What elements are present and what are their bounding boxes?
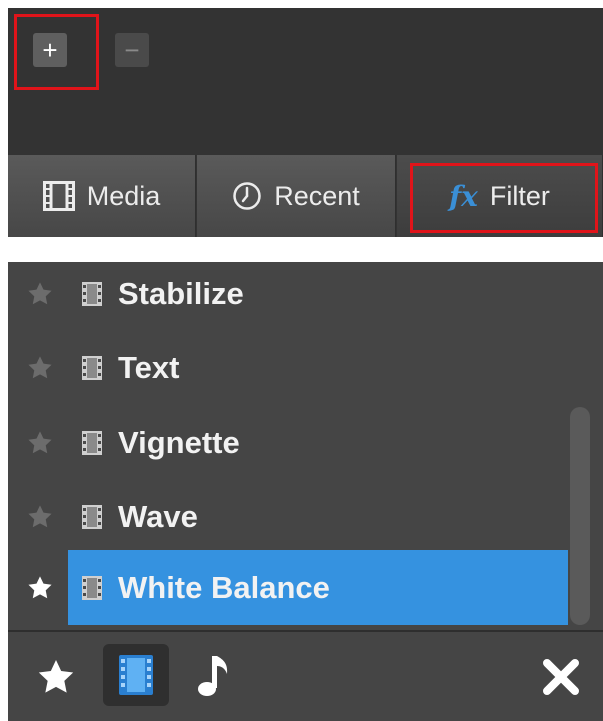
filter-list-item[interactable]: Vignette xyxy=(8,405,568,480)
film-icon xyxy=(82,575,102,600)
filter-label: Stabilize xyxy=(118,275,244,311)
favorite-star-icon[interactable] xyxy=(26,429,54,457)
favorite-star-icon[interactable] xyxy=(26,574,54,602)
filter-list-item[interactable]: Text xyxy=(8,330,568,405)
tab-media-label: Media xyxy=(86,180,161,211)
add-filter-button[interactable]: + xyxy=(33,33,67,67)
filter-label: Text xyxy=(118,349,180,385)
tab-recent[interactable]: Recent xyxy=(197,155,396,237)
remove-filter-button[interactable]: − xyxy=(115,33,149,67)
favorite-star-icon[interactable] xyxy=(26,503,54,531)
filter-label: Wave xyxy=(118,498,198,534)
video-filter-button[interactable] xyxy=(103,644,169,706)
filter-label: Vignette xyxy=(118,424,240,460)
video-filter-icon xyxy=(119,655,153,695)
star-icon[interactable] xyxy=(36,657,76,697)
filter-panel-header: + − Media Recent fx Filter xyxy=(8,8,603,237)
panel-tabs: Media Recent fx Filter xyxy=(8,155,603,237)
favorite-star-icon[interactable] xyxy=(26,280,54,308)
filter-list-item[interactable]: Wave xyxy=(8,479,568,554)
tab-media[interactable]: Media xyxy=(8,155,196,237)
bottom-toolbar xyxy=(8,632,603,721)
favorite-star-icon[interactable] xyxy=(26,354,54,382)
filter-list-item[interactable]: White Balance xyxy=(8,550,568,625)
film-icon xyxy=(82,355,102,380)
music-note-icon[interactable] xyxy=(194,652,234,700)
filter-tab-highlight xyxy=(410,163,598,233)
list-scrollbar[interactable] xyxy=(570,407,590,625)
film-icon xyxy=(82,281,102,306)
film-icon xyxy=(82,504,102,529)
film-icon xyxy=(42,181,75,211)
filter-list-panel: Stabilize Text Vignette Wave White Balance xyxy=(8,262,603,721)
tab-recent-label: Recent xyxy=(274,180,360,211)
film-icon xyxy=(82,430,102,455)
filter-list-item[interactable]: Stabilize xyxy=(8,256,568,331)
clock-icon xyxy=(233,182,261,210)
filter-label: White Balance xyxy=(118,569,330,605)
close-icon[interactable] xyxy=(542,658,580,696)
